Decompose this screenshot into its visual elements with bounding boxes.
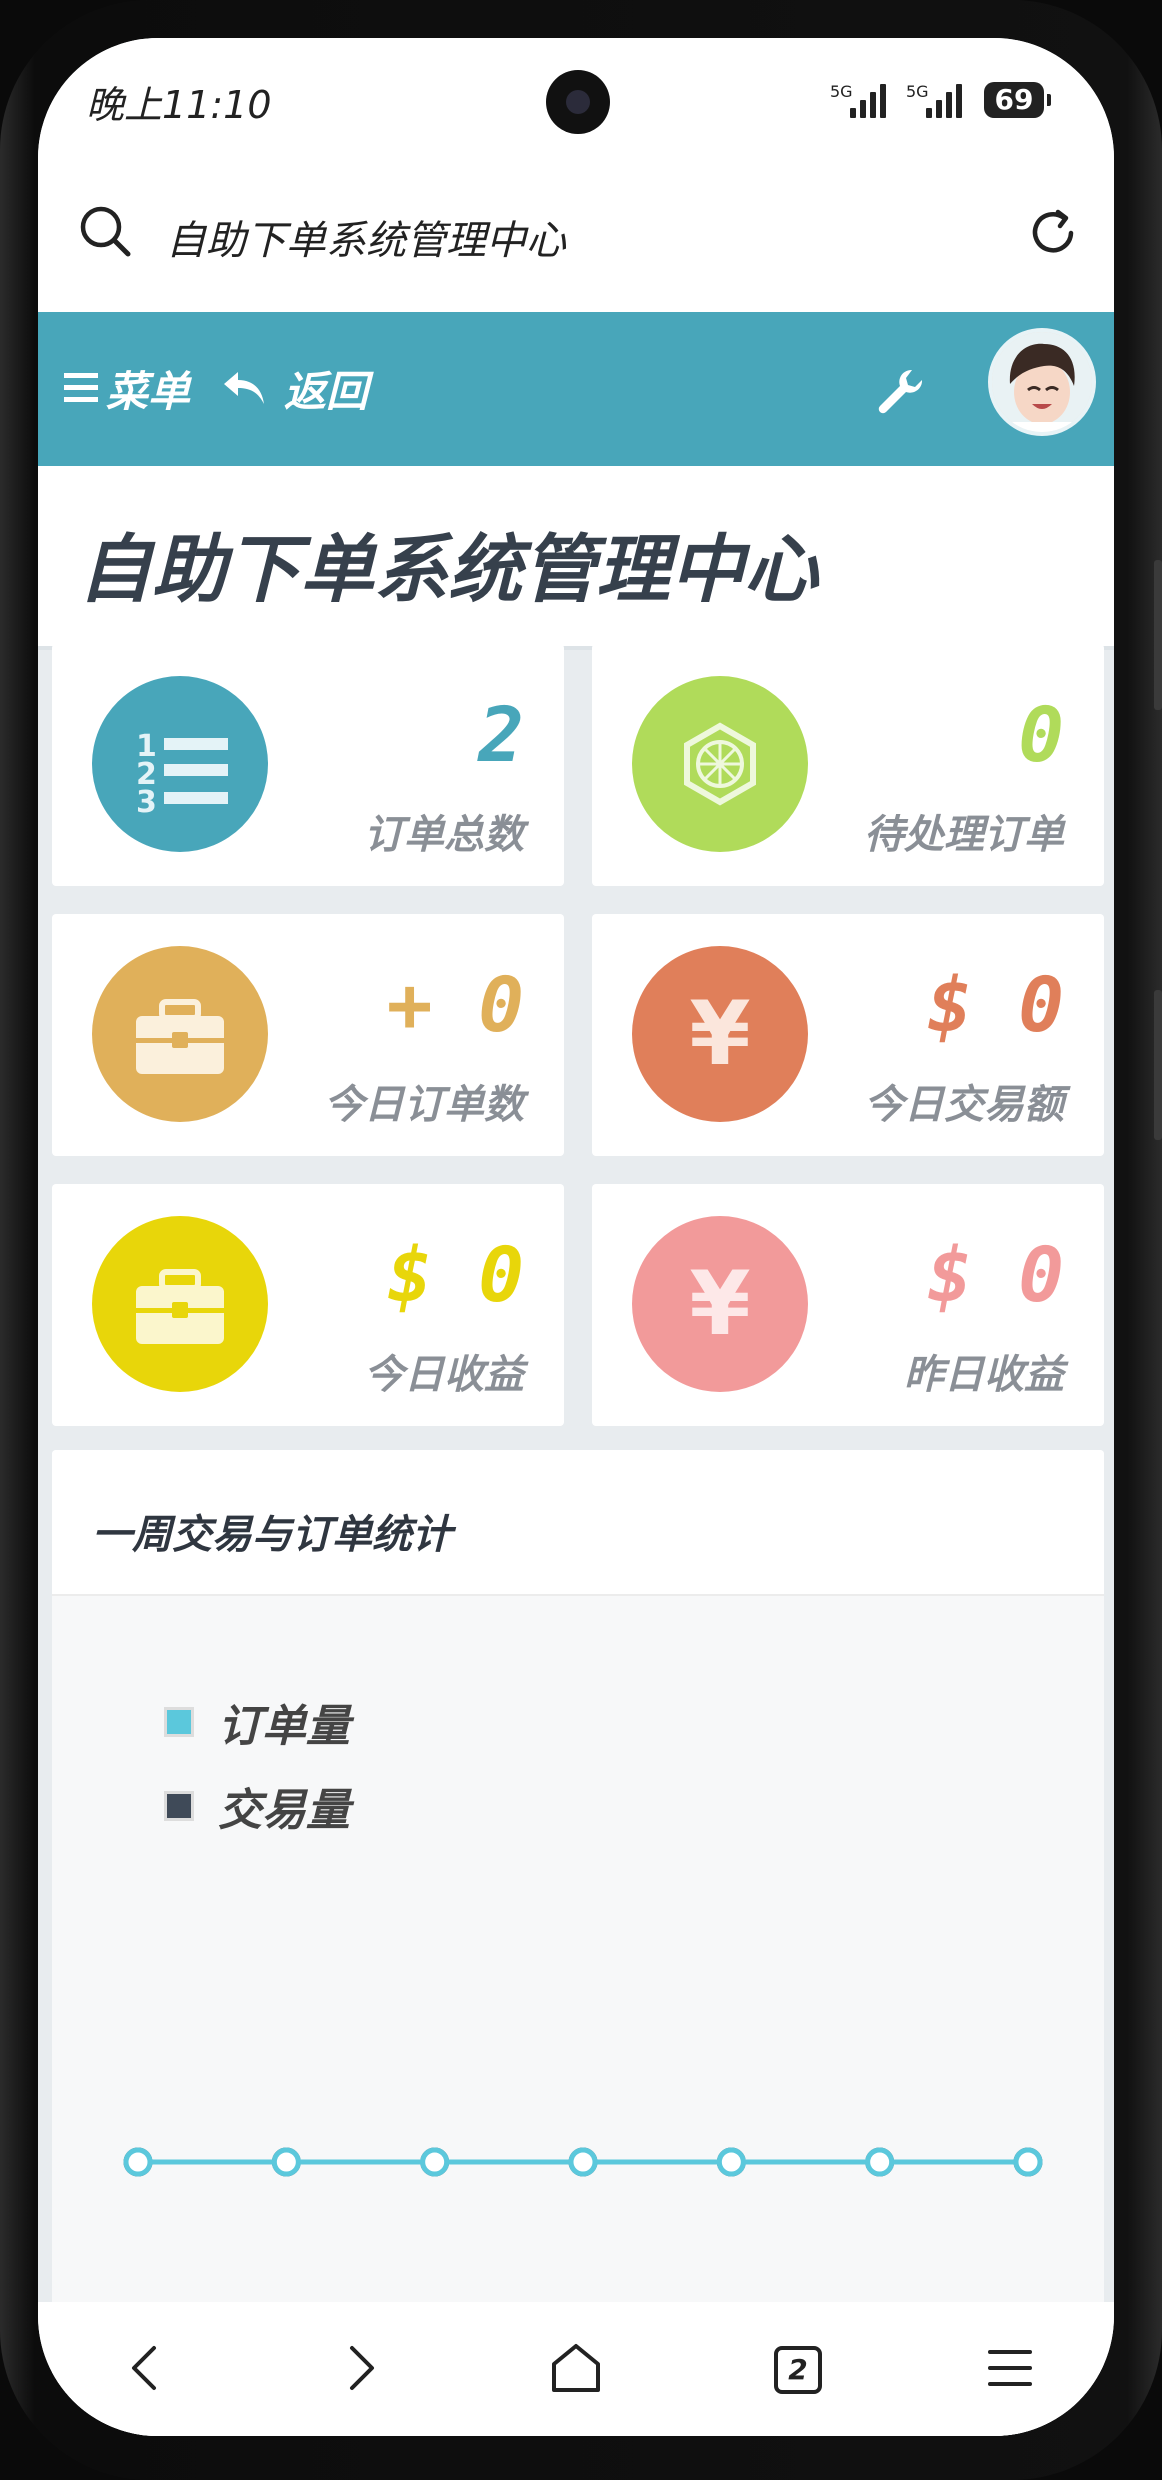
data-point[interactable] xyxy=(568,2147,598,2177)
wrench-icon[interactable] xyxy=(872,364,926,418)
yen-icon: ¥ xyxy=(632,1216,808,1392)
volume-button xyxy=(1154,560,1162,710)
menu-button[interactable]: 菜单 xyxy=(62,360,190,416)
battery-indicator: 69 xyxy=(984,82,1051,118)
browser-address-bar[interactable]: 自助下单系统管理中心 xyxy=(38,158,1114,312)
front-camera xyxy=(546,70,610,134)
data-point[interactable] xyxy=(865,2147,895,2177)
status-bar: 晚上11:10 5G 5G 69 xyxy=(38,38,1114,158)
stat-card-yesterday-income[interactable]: ¥ $ 0 昨日收益 xyxy=(592,1184,1104,1426)
stat-label: 待处理订单 xyxy=(864,812,1064,858)
stat-value: $ 0 xyxy=(386,1230,524,1319)
menu-icon[interactable] xyxy=(978,2336,1042,2400)
top-nav-bar: 菜单 返回 xyxy=(38,312,1114,466)
stat-card-today-turnover[interactable]: ¥ $ 0 今日交易额 xyxy=(592,914,1104,1156)
chart-header: 一周交易与订单统计 xyxy=(52,1450,1104,1596)
back-icon[interactable] xyxy=(114,2336,178,2400)
browser-bottom-bar: 2 xyxy=(38,2302,1114,2436)
page-title: 自助下单系统管理中心 xyxy=(78,527,818,613)
network-type-2: 5G xyxy=(906,82,929,101)
data-point[interactable] xyxy=(1013,2147,1043,2177)
stat-value: $ 0 xyxy=(926,960,1064,1049)
search-icon[interactable] xyxy=(76,202,136,262)
status-time: 晚上11:10 xyxy=(86,83,272,127)
power-button xyxy=(1154,990,1162,1140)
stat-label: 昨日收益 xyxy=(904,1352,1064,1398)
stat-label: 订单总数 xyxy=(364,812,524,858)
numbered-list-icon: 1 2 3 xyxy=(92,676,268,852)
stat-value: + 0 xyxy=(386,960,524,1049)
stat-value: 2 xyxy=(478,690,524,779)
stat-value: 0 xyxy=(1018,690,1064,779)
menu-label: 菜单 xyxy=(106,366,191,416)
svg-text:¥: ¥ xyxy=(689,1252,750,1355)
screen: 晚上11:10 5G 5G 69 自助下单系统管理中心 菜单 返回 自助下单系统… xyxy=(38,38,1114,2436)
chart-panel: 一周交易与订单统计 订单量 交易量 xyxy=(52,1450,1104,2436)
home-icon[interactable] xyxy=(544,2336,608,2400)
tab-count: 2 xyxy=(774,2346,822,2394)
signal-icon: 5G xyxy=(830,82,894,118)
refresh-icon[interactable] xyxy=(1024,204,1082,262)
user-avatar[interactable] xyxy=(988,328,1096,436)
hexagon-icon xyxy=(632,676,808,852)
yen-icon: ¥ xyxy=(632,946,808,1122)
back-label: 返回 xyxy=(284,366,369,416)
tabs-icon[interactable]: 2 xyxy=(764,2336,828,2400)
data-point[interactable] xyxy=(271,2147,301,2177)
hamburger-icon xyxy=(64,373,98,402)
svg-text:3: 3 xyxy=(136,785,157,820)
svg-text:¥: ¥ xyxy=(689,982,750,1085)
address-text[interactable]: 自助下单系统管理中心 xyxy=(166,208,566,266)
avatar-image xyxy=(992,332,1092,432)
signal-icon-2: 5G xyxy=(906,82,970,118)
stat-label: 今日交易额 xyxy=(864,1082,1064,1128)
chart-title: 一周交易与订单统计 xyxy=(92,1512,452,1558)
data-point[interactable] xyxy=(716,2147,746,2177)
reply-arrow-icon xyxy=(224,372,264,404)
briefcase-icon xyxy=(92,1216,268,1392)
stat-label: 今日收益 xyxy=(364,1352,524,1398)
stat-value: $ 0 xyxy=(926,1230,1064,1319)
stat-card-today-orders[interactable]: + 0 今日订单数 xyxy=(52,914,564,1156)
network-type-1: 5G xyxy=(830,82,853,101)
data-point[interactable] xyxy=(123,2147,153,2177)
title-section: 自助下单系统管理中心 xyxy=(38,466,1114,650)
stat-card-pending-orders[interactable]: 0 待处理订单 xyxy=(592,644,1104,886)
stat-card-total-orders[interactable]: 1 2 3 2 订单总数 xyxy=(52,644,564,886)
forward-icon[interactable] xyxy=(328,2336,392,2400)
stat-label: 今日订单数 xyxy=(324,1082,524,1128)
back-button[interactable]: 返回 xyxy=(220,360,368,416)
briefcase-icon xyxy=(92,946,268,1122)
stat-card-today-income[interactable]: $ 0 今日收益 xyxy=(52,1184,564,1426)
data-point[interactable] xyxy=(420,2147,450,2177)
